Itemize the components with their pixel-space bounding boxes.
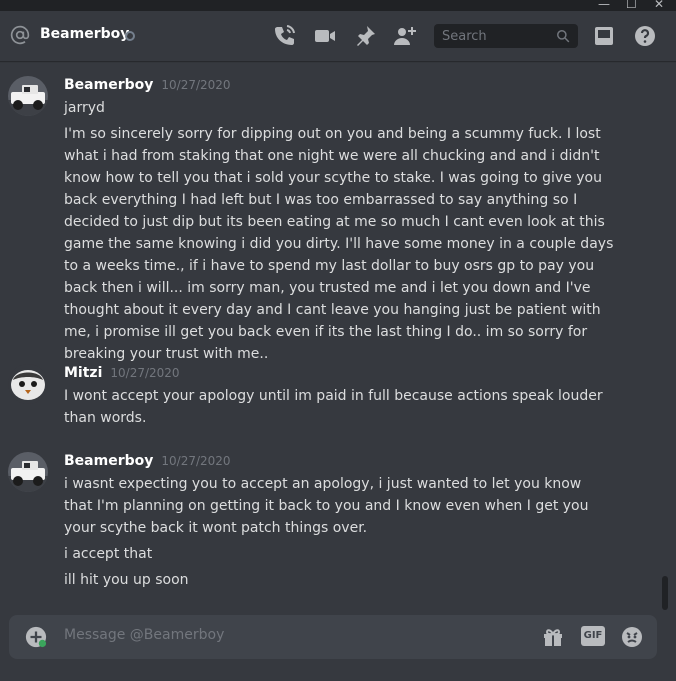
scrollbar-track[interactable]	[660, 62, 668, 612]
message-content: jarryd I'm so sincerely sorry for dippin…	[64, 97, 614, 365]
video-call-icon[interactable]	[313, 24, 337, 48]
search-icon	[557, 30, 570, 43]
phone-call-icon[interactable]	[272, 24, 296, 48]
author-name[interactable]: Mitzi	[64, 365, 102, 381]
avatar[interactable]	[8, 364, 48, 404]
message-line: I wont accept your apology until im paid…	[64, 388, 603, 426]
message-line: i wasnt expecting you to accept an apolo…	[64, 476, 589, 536]
message-author[interactable]: Mitzi 10/27/2020	[64, 365, 180, 381]
inbox-icon[interactable]	[592, 24, 616, 48]
close-window-button[interactable]: ✕	[654, 0, 664, 11]
search-input[interactable]: Search	[434, 24, 578, 48]
emoji-icon[interactable]	[620, 625, 644, 649]
message-timestamp: 10/27/2020	[161, 78, 231, 92]
message-list[interactable]: Beamerboy 10/27/2020 jarryd I'm so sincer…	[0, 62, 676, 612]
avatar[interactable]	[8, 76, 48, 116]
maximize-button[interactable]: ☐	[626, 0, 637, 11]
author-name[interactable]: Beamerboy	[64, 453, 153, 469]
offline-status-icon	[125, 31, 135, 41]
message-line: jarryd	[64, 100, 105, 116]
minimize-button[interactable]: —	[598, 0, 610, 11]
add-friend-icon[interactable]	[393, 24, 417, 48]
author-name[interactable]: Beamerboy	[64, 77, 153, 93]
penguin-avatar-icon	[8, 364, 48, 404]
truck-avatar-icon	[8, 452, 48, 492]
gif-icon[interactable]: GIF	[581, 626, 605, 646]
message-content: i wasnt expecting you to accept an apolo…	[64, 473, 614, 591]
at-icon	[10, 25, 30, 45]
message-content: I wont accept your apology until im paid…	[64, 385, 614, 429]
message-line: i accept that	[64, 546, 153, 562]
message-author[interactable]: Beamerboy 10/27/2020	[64, 453, 231, 469]
window-titlebar: — ☐ ✕	[0, 0, 676, 11]
help-icon[interactable]	[633, 24, 657, 48]
message-input[interactable]: Message @Beamerboy	[64, 627, 224, 643]
message-author[interactable]: Beamerboy 10/27/2020	[64, 77, 231, 93]
truck-avatar-icon	[8, 76, 48, 116]
message-timestamp: 10/27/2020	[161, 454, 231, 468]
add-attachment-icon[interactable]	[25, 626, 47, 648]
search-placeholder: Search	[442, 28, 487, 44]
scrollbar-thumb[interactable]	[662, 576, 668, 610]
gift-icon[interactable]	[541, 625, 565, 649]
pin-icon[interactable]	[353, 24, 377, 48]
dm-username: Beamerboy	[40, 26, 130, 42]
message-timestamp: 10/27/2020	[110, 366, 180, 380]
message-line: I'm so sincerely sorry for dipping out o…	[64, 126, 614, 362]
channel-header: Beamerboy Search	[0, 11, 676, 61]
message-composer[interactable]: Message @Beamerboy GIF	[9, 615, 657, 659]
avatar[interactable]	[8, 452, 48, 492]
message-line: ill hit you up soon	[64, 572, 189, 588]
